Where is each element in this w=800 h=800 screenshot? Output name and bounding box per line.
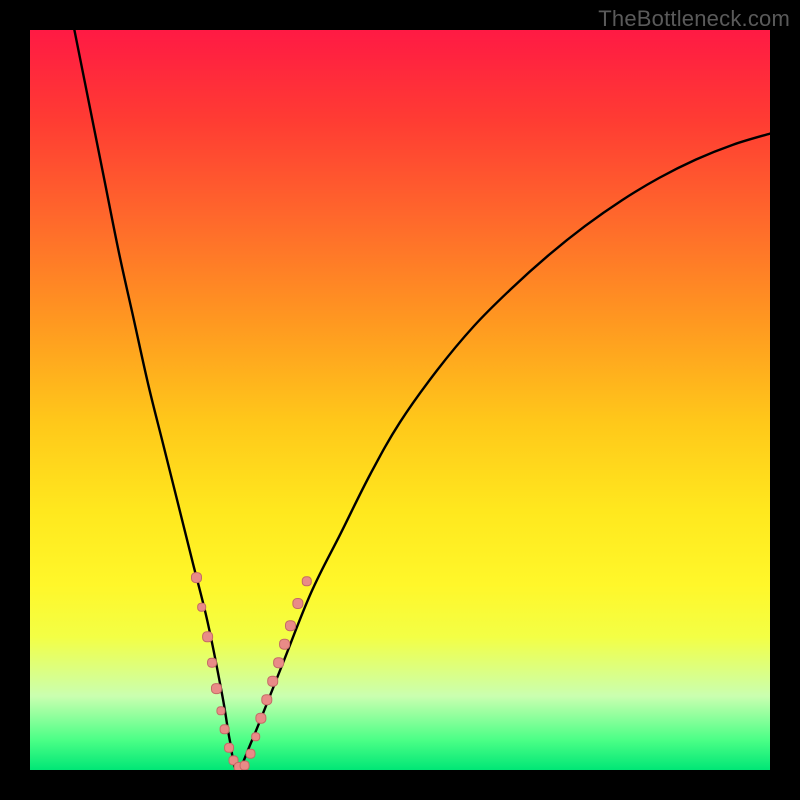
data-marker bbox=[293, 599, 303, 609]
data-marker bbox=[198, 603, 206, 611]
curve-layer bbox=[74, 30, 770, 770]
data-marker bbox=[192, 573, 202, 583]
data-marker bbox=[262, 695, 272, 705]
data-marker bbox=[225, 743, 234, 752]
plot-area bbox=[30, 30, 770, 770]
data-marker bbox=[302, 577, 311, 586]
chart-container: TheBottleneck.com bbox=[0, 0, 800, 800]
watermark-label: TheBottleneck.com bbox=[598, 6, 790, 32]
data-marker bbox=[256, 713, 266, 723]
bottleneck-curve bbox=[74, 30, 770, 770]
data-marker bbox=[220, 725, 229, 734]
data-marker bbox=[285, 621, 295, 631]
data-marker bbox=[240, 761, 249, 770]
data-marker bbox=[211, 684, 221, 694]
data-marker bbox=[203, 632, 213, 642]
data-marker bbox=[274, 658, 284, 668]
data-marker bbox=[280, 639, 290, 649]
data-marker bbox=[208, 658, 217, 667]
data-marker bbox=[217, 707, 225, 715]
data-marker bbox=[246, 749, 255, 758]
data-marker bbox=[252, 733, 260, 741]
chart-svg bbox=[30, 30, 770, 770]
data-marker bbox=[268, 676, 278, 686]
